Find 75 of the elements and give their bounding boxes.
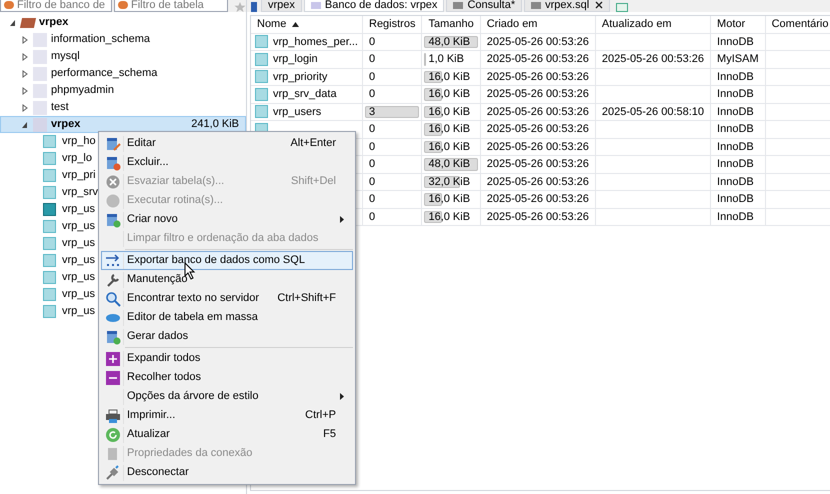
tree-label: phpmyadmin (51, 83, 114, 98)
table-cell: InnoDB (717, 158, 754, 170)
shortcut-label: Alt+Enter (290, 136, 337, 152)
table-cell-text: 0 (368, 88, 376, 100)
table-cell-text: 32,0 KiB (427, 176, 470, 188)
tree-label: test (51, 100, 69, 116)
tree-label: vrp_us (62, 236, 96, 252)
table-cell: 2025-05-26 00:53:26 (486, 70, 589, 82)
table-cell: InnoDB (717, 88, 754, 100)
table-cell-text: 0 (368, 123, 376, 135)
table-cell: 2025-05-26 00:53:26 (486, 53, 589, 65)
tree-label: vrp_us (62, 287, 96, 302)
table-cell-text: 0 (368, 140, 376, 152)
table-cell: InnoDB (717, 210, 754, 222)
tree-label: vrp_ho (62, 134, 96, 150)
tree-label: vrp_us (62, 304, 96, 320)
shortcut-label: Ctrl+P (305, 408, 337, 424)
table-cell: 2025-05-26 00:53:26 (486, 140, 589, 152)
tree-label: vrp_pri (62, 168, 96, 184)
table-cell: 2025-05-26 00:53:26 (486, 176, 589, 188)
table-cell-text: vrp_priority (273, 70, 328, 84)
table-cell-text: 16,0 KiB (427, 88, 470, 100)
table-cell-text: 0 (368, 53, 376, 65)
table-cell-text: vrp_users (273, 104, 322, 120)
table-cell: InnoDB (717, 193, 754, 205)
table-cell-text: 0 (368, 158, 376, 170)
table-cell-text: 16,0 KiB (427, 140, 470, 152)
table-cell-text: 0 (368, 210, 376, 222)
table-cell-text: 0 (368, 36, 376, 48)
table-cell: InnoDB (717, 106, 754, 118)
table-cell: 2025-05-26 00:58:10 (602, 106, 704, 118)
table-cell: 2025-05-26 00:53:26 (602, 53, 704, 65)
table-cell-text: vrp_srv_data (273, 87, 337, 102)
table-cell: InnoDB (717, 140, 754, 152)
tree-label: vrp_us (62, 270, 96, 286)
size-label: 241,0 KiB (191, 117, 240, 132)
table-cell: 2025-05-26 00:53:26 (486, 193, 589, 205)
table-cell: 2025-05-26 00:53:26 (486, 158, 589, 170)
table-cell-text: vrp_homes_per... (273, 34, 358, 50)
table-cell: 2025-05-26 00:53:26 (486, 36, 589, 48)
tree-label: vrp_srv (62, 185, 98, 200)
table-cell-text: 16,0 KiB (427, 193, 470, 205)
table-cell: InnoDB (717, 176, 754, 188)
table-cell-text: 16,0 KiB (427, 123, 470, 135)
table-cell-text: 0 (368, 70, 376, 82)
table-cell-text: 48,0 KiB (427, 158, 470, 170)
table-cell-text: 0 (368, 193, 376, 205)
table-cell-text: vrp_login (273, 52, 318, 67)
table-cell: 2025-05-26 00:53:26 (486, 106, 589, 118)
tree-label: vrp_us (62, 253, 96, 268)
table-cell-text: 16,0 KiB (427, 210, 470, 222)
table-cell: 2025-05-26 00:53:26 (486, 210, 589, 222)
table-cell: MyISAM (717, 53, 759, 65)
shortcut-label: Shift+Del (291, 174, 337, 190)
table-cell-text: 16,0 KiB (427, 106, 470, 118)
tree-label: vrp_us (62, 219, 96, 234)
shortcut-label: Ctrl+Shift+F (277, 291, 337, 306)
tree-label: mysql (51, 49, 80, 64)
table-cell: InnoDB (717, 36, 754, 48)
table-cell-text: 3 (368, 106, 376, 118)
tree-label: vrp_lo (62, 151, 92, 166)
table-cell-text: 48,0 KiB (427, 36, 470, 48)
tree-label: performance_schema (51, 66, 158, 82)
table-cell: 2025-05-26 00:53:26 (486, 123, 589, 135)
table-cell: 2025-05-26 00:53:26 (486, 88, 589, 100)
table-cell-text: 0 (368, 176, 376, 188)
tree-label: vrpex (51, 117, 80, 132)
table-cell-text: 16,0 KiB (427, 70, 470, 82)
table-cell-text: 1,0 KiB (427, 53, 464, 65)
tree-label: vrp_us (62, 202, 96, 218)
table-cell: InnoDB (717, 123, 754, 135)
shortcut-label: F5 (323, 427, 337, 442)
tree-label: vrpex (39, 15, 68, 30)
table-cell: InnoDB (717, 70, 754, 82)
tree-label: information_schema (51, 32, 150, 48)
